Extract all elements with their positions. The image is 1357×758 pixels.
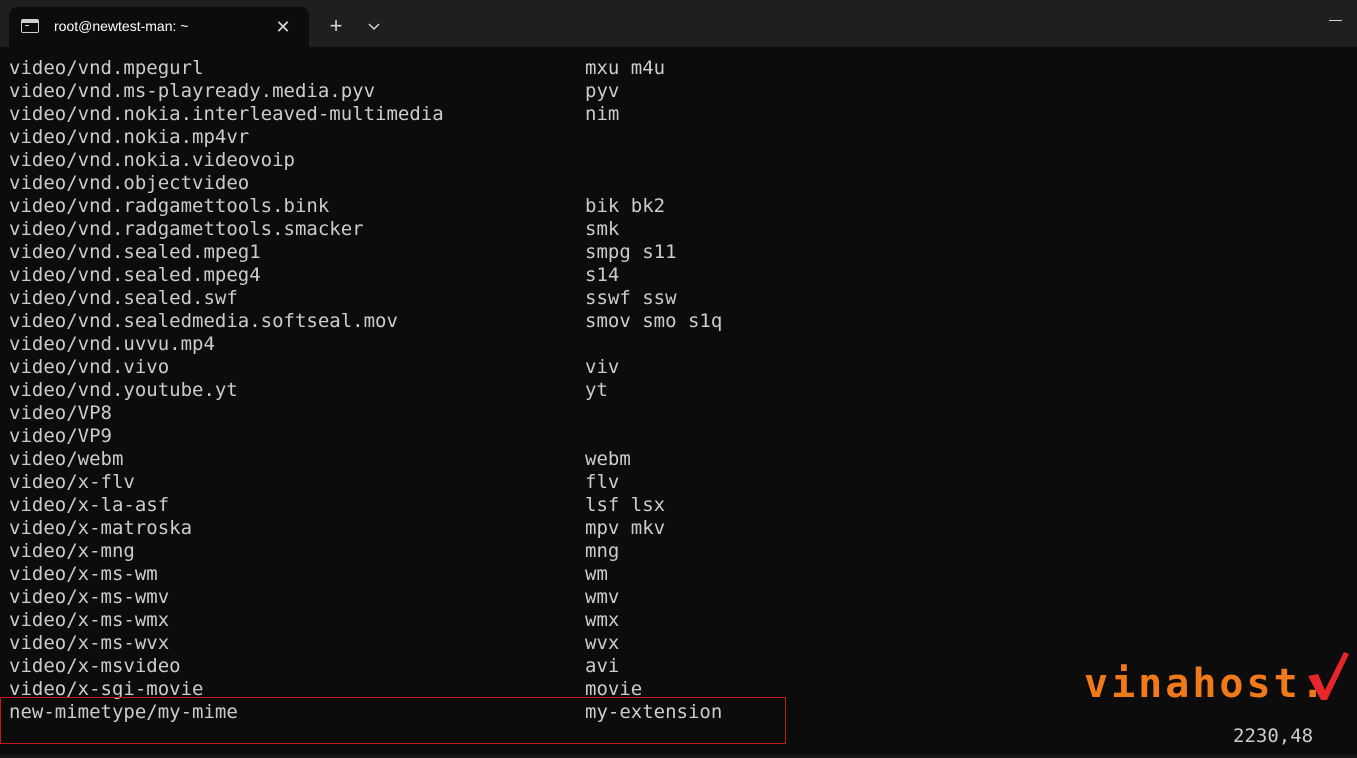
mime-type: video/vnd.sealed.mpeg4 xyxy=(9,264,261,286)
mime-type: video/vnd.mpegurl xyxy=(9,57,204,79)
mime-type: video/vnd.uvvu.mp4 xyxy=(9,333,215,355)
file-extensions: smpg s11 xyxy=(585,241,677,263)
file-extensions: mpv mkv xyxy=(585,517,666,539)
mime-type: video/vnd.sealedmedia.softseal.mov xyxy=(9,310,398,332)
file-extensions: avi xyxy=(585,655,620,677)
mime-type: video/vnd.nokia.mp4vr xyxy=(9,126,250,148)
mime-type: video/vnd.youtube.yt xyxy=(9,379,238,401)
mime-type: video/x-ms-wmv xyxy=(9,586,170,608)
file-extensions: webm xyxy=(585,448,631,470)
mime-type: video/x-flv xyxy=(9,471,135,493)
logo-text: vinahost. xyxy=(1084,661,1328,707)
new-tab-button[interactable]: + xyxy=(324,14,348,38)
tab-bar: root@newtest-man: ~ ✕ + xyxy=(0,0,1357,47)
check-icon xyxy=(1308,652,1349,700)
file-extensions: nim xyxy=(585,103,620,125)
tab-title: root@newtest-man: ~ xyxy=(54,18,189,34)
mime-type: video/x-ms-wmx xyxy=(9,609,170,631)
minimize-icon[interactable] xyxy=(1322,8,1350,34)
mime-type: video/vnd.vivo xyxy=(9,356,170,378)
terminal-icon xyxy=(21,19,39,33)
file-extensions: smov smo s1q xyxy=(585,310,723,332)
file-extensions: yt xyxy=(585,379,608,401)
file-extensions: mxu m4u xyxy=(585,57,666,79)
mime-type: video/vnd.radgamettools.smacker xyxy=(9,218,364,240)
chevron-down-icon[interactable] xyxy=(362,14,386,38)
mime-type: video/webm xyxy=(9,448,124,470)
file-extensions: s14 xyxy=(585,264,620,286)
mime-type: video/vnd.sealed.mpeg1 xyxy=(9,241,261,263)
file-extensions: wmv xyxy=(585,586,620,608)
file-extensions: flv xyxy=(585,471,620,493)
mime-type: video/vnd.ms-playready.media.pyv xyxy=(9,80,376,102)
file-extensions: smk xyxy=(585,218,620,240)
highlight-box xyxy=(0,697,786,744)
cursor-position: 2230,48 xyxy=(1233,725,1314,747)
file-extensions: wvx xyxy=(585,632,620,654)
file-extensions: wm xyxy=(585,563,608,585)
mime-type: video/x-msvideo xyxy=(9,655,181,677)
mime-type: video/vnd.nokia.videovoip xyxy=(9,149,295,171)
mime-type: video/VP8 xyxy=(9,402,112,424)
mime-type: video/x-ms-wm xyxy=(9,563,158,585)
close-icon[interactable]: ✕ xyxy=(273,17,293,37)
mime-type: video/x-matroska xyxy=(9,517,193,539)
file-extensions: viv xyxy=(585,356,620,378)
file-extensions: pyv xyxy=(585,80,620,102)
file-extensions: mng xyxy=(585,540,620,562)
tab-terminal[interactable]: root@newtest-man: ~ ✕ xyxy=(9,7,309,47)
mime-type: video/vnd.radgamettools.bink xyxy=(9,195,330,217)
mime-type: video/vnd.objectvideo xyxy=(9,172,250,194)
file-extensions: lsf lsx xyxy=(585,494,666,516)
mime-type: video/VP9 xyxy=(9,425,112,447)
terminal-window: root@newtest-man: ~ ✕ + video/vnd.mpegur… xyxy=(0,0,1357,758)
mime-type: video/vnd.nokia.interleaved-multimedia xyxy=(9,103,444,125)
mime-type: video/x-mng xyxy=(9,540,135,562)
mime-type: video/x-ms-wvx xyxy=(9,632,170,654)
vinahost-logo: vinahost. xyxy=(1084,650,1350,710)
mime-type: video/vnd.sealed.swf xyxy=(9,287,238,309)
mime-type: video/x-la-asf xyxy=(9,494,170,516)
terminal-output[interactable]: video/vnd.mpegurl mxu m4u video/vnd.ms-pla… xyxy=(0,47,1357,758)
file-extensions: sswf ssw xyxy=(585,287,677,309)
file-extensions: bik bk2 xyxy=(585,195,666,217)
file-extensions: wmx xyxy=(585,609,620,631)
